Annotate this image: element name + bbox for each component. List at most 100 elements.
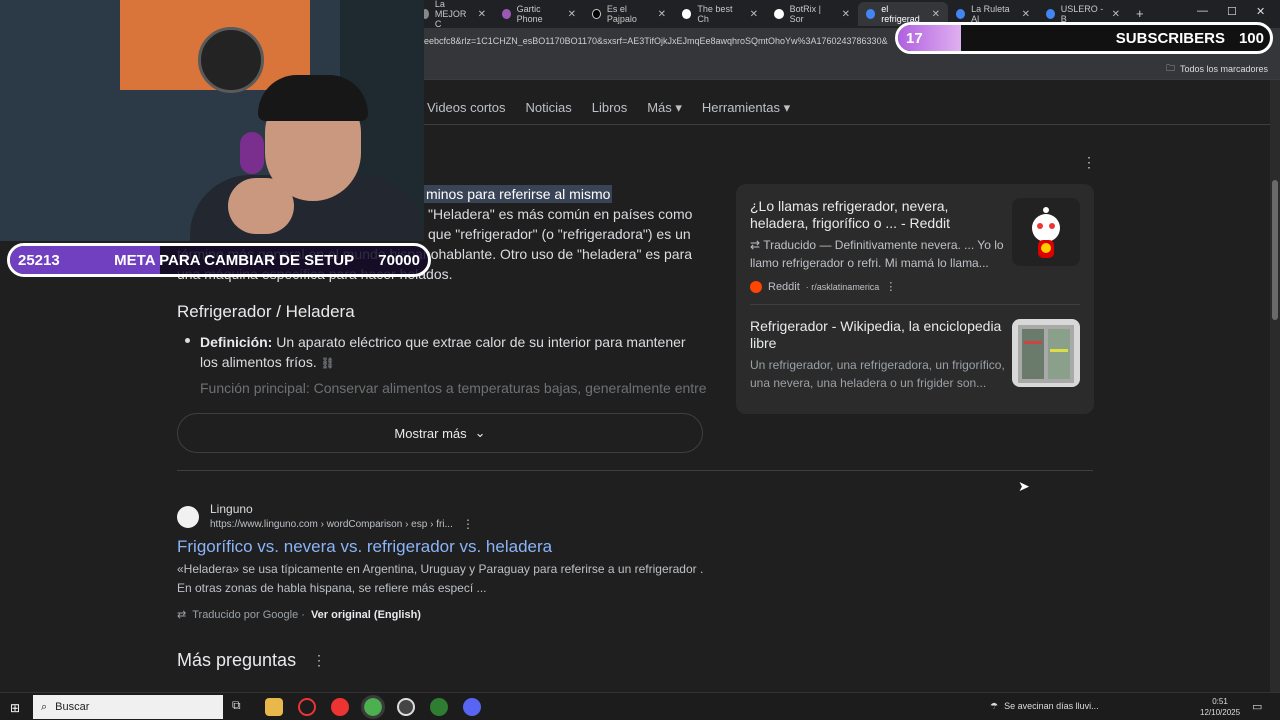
goal-current: 25213 xyxy=(18,251,60,269)
translate-icon: ⇄ xyxy=(750,238,761,252)
reddit-mascot-icon xyxy=(1032,207,1060,258)
opera-gx-icon[interactable] xyxy=(298,698,316,716)
tab-mas[interactable]: Más ▾ xyxy=(647,100,682,116)
tab-mas-label: Más xyxy=(647,100,672,115)
tab-3[interactable]: Es el Pajpalo ✕ xyxy=(584,2,674,26)
result-snippet: «Heladera» se usa típicamente en Argenti… xyxy=(177,562,704,595)
tab-videos-cortos[interactable]: Videos cortos xyxy=(427,100,506,116)
card-snippet-text: Traducido — Definitivamente nevera. ... … xyxy=(750,238,1004,270)
weather-text: Se avecinan días lluvi... xyxy=(1004,701,1099,711)
more-options-icon[interactable]: ⋮ xyxy=(1082,154,1096,171)
system-clock[interactable]: 0:51 12/10/2025 xyxy=(1200,696,1240,718)
taskbar-search-placeholder: Buscar xyxy=(55,701,90,713)
close-icon[interactable]: ✕ xyxy=(932,9,940,20)
page-scrollbar[interactable] xyxy=(1270,80,1280,692)
answer-heading: Refrigerador / Heladera xyxy=(177,302,355,321)
definition-text: Un aparato eléctrico que extrae calor de… xyxy=(200,334,686,370)
source-card-wikipedia[interactable]: Refrigerador - Wikipedia, la enciclopedi… xyxy=(750,318,1005,392)
divider xyxy=(177,470,1093,471)
show-more-button[interactable]: Mostrar más ⌄ xyxy=(177,413,703,453)
streamer-hand xyxy=(228,178,294,234)
tab-1[interactable]: La MEJOR C ✕ xyxy=(414,0,494,29)
setup-goal-bar: 25213 META PARA CAMBIAR DE SETUP 70000 xyxy=(7,243,431,277)
rain-cloud-icon: ☂ xyxy=(990,701,999,711)
subscribers-target: 100 xyxy=(1238,29,1264,47)
more-options-icon[interactable]: ⋮ xyxy=(462,517,474,531)
subscribers-current: 17 xyxy=(906,29,923,47)
tab-label: La MEJOR C xyxy=(434,0,467,29)
view-original-link[interactable]: Ver original (English) xyxy=(311,609,421,621)
highlighted-answer-text: minos para referirse al mismo xyxy=(424,185,613,203)
taskbar-search[interactable]: ⌕ Buscar xyxy=(33,695,223,719)
card-title[interactable]: Refrigerador - Wikipedia, la enciclopedi… xyxy=(750,318,1005,352)
folder-icon: 🗀 xyxy=(1165,63,1175,73)
minimize-icon[interactable]: — xyxy=(1197,5,1208,17)
close-icon[interactable]: ✕ xyxy=(1112,9,1120,20)
link-icon[interactable]: ⛓ xyxy=(321,358,335,370)
refrigerator-thumbnail[interactable] xyxy=(1012,319,1080,387)
tab-2[interactable]: Gartic Phone ✕ xyxy=(494,2,584,26)
left-edge-strip xyxy=(0,440,10,672)
close-icon[interactable]: ✕ xyxy=(842,9,850,20)
tab-label: The best Ch xyxy=(697,4,733,24)
close-icon[interactable]: ✕ xyxy=(478,9,486,20)
new-tab-icon[interactable]: + xyxy=(1136,6,1144,21)
app-icon[interactable] xyxy=(430,698,448,716)
tab-label: el refrigerad xyxy=(881,4,920,24)
result-url[interactable]: https://www.linguno.com › wordComparison… xyxy=(210,519,453,530)
card-title[interactable]: ¿Lo llamas refrigerador, nevera, helader… xyxy=(750,198,1005,232)
result-site-name[interactable]: Linguno xyxy=(210,502,253,516)
chevron-down-icon: ▾ xyxy=(675,100,682,115)
headset-icon xyxy=(240,132,264,174)
weather-widget[interactable]: ☂ Se avecinan días lluvi... xyxy=(990,701,1099,712)
close-icon[interactable]: ✕ xyxy=(1022,9,1030,20)
tab-noticias[interactable]: Noticias xyxy=(526,100,572,116)
more-options-icon[interactable]: ⋮ xyxy=(885,280,896,293)
reddit-icon xyxy=(750,280,762,293)
opera-icon[interactable] xyxy=(331,698,349,716)
tab-4[interactable]: The best Ch ✕ xyxy=(674,2,766,26)
faded-function-item: Función principal: Conservar alimentos a… xyxy=(200,380,707,396)
notification-icon[interactable]: ▭ xyxy=(1252,700,1262,713)
close-icon[interactable]: ✕ xyxy=(658,9,666,20)
google-icon xyxy=(1046,9,1055,19)
close-window-icon[interactable]: ✕ xyxy=(1256,5,1265,18)
close-icon[interactable]: ✕ xyxy=(750,9,758,20)
obs-icon[interactable] xyxy=(397,698,415,716)
tab-5[interactable]: BotRix | Sor ✕ xyxy=(766,2,858,26)
all-bookmarks-button[interactable]: 🗀 Todos los marcadores xyxy=(1166,61,1268,77)
tab-label: Gartic Phone xyxy=(516,4,543,24)
google-icon xyxy=(956,9,966,19)
url-text[interactable]: eebcfc8&rlz=1C1CHZN_esBO1170BO1170&sxsrf… xyxy=(424,36,894,46)
scrollbar-thumb[interactable] xyxy=(1272,180,1278,320)
file-explorer-icon[interactable] xyxy=(265,698,283,716)
source-card-reddit[interactable]: ¿Lo llamas refrigerador, nevera, helader… xyxy=(750,198,1005,293)
clock-date: 12/10/2025 xyxy=(1200,708,1241,717)
clock-time: 0:51 xyxy=(1212,697,1228,706)
result-title-link[interactable]: Frigorífico vs. nevera vs. refrigerador … xyxy=(177,537,552,557)
task-view-icon[interactable]: ⧉ xyxy=(232,698,250,716)
close-icon[interactable]: ✕ xyxy=(568,9,576,20)
show-more-label: Mostrar más xyxy=(394,425,467,441)
refrigerator-image xyxy=(1018,325,1074,383)
streamer-hair xyxy=(258,75,368,121)
tab-libros[interactable]: Libros xyxy=(592,100,627,116)
dartboard-image xyxy=(198,27,264,93)
card-source: Reddit · r/asklatinamerica ⋮ xyxy=(750,280,1005,293)
divider xyxy=(750,304,1080,305)
chevron-down-icon: ▾ xyxy=(783,100,791,115)
answer-paragraph-1: "Heladera" es más común en países como q… xyxy=(428,206,693,242)
chevron-down-icon: ⌄ xyxy=(474,425,486,440)
windows-start-icon[interactable]: ⊞ xyxy=(10,701,20,715)
more-options-icon[interactable]: ⋮ xyxy=(312,652,326,669)
subscribers-goal-bar: 17 SUBSCRIBERS 100 xyxy=(895,22,1273,54)
tab-label: La Ruleta Al xyxy=(971,4,1010,24)
goal-label: META PARA CAMBIAR DE SETUP xyxy=(114,251,355,269)
goal-target: 70000 xyxy=(378,251,420,269)
maximize-icon[interactable]: ☐ xyxy=(1227,5,1237,18)
mouse-cursor-icon: ➤ xyxy=(1018,478,1030,494)
tab-herramientas[interactable]: Herramientas ▾ xyxy=(702,100,790,116)
reddit-thumbnail[interactable] xyxy=(1012,198,1080,266)
chrome-icon[interactable] xyxy=(361,695,385,719)
discord-icon[interactable] xyxy=(463,698,481,716)
